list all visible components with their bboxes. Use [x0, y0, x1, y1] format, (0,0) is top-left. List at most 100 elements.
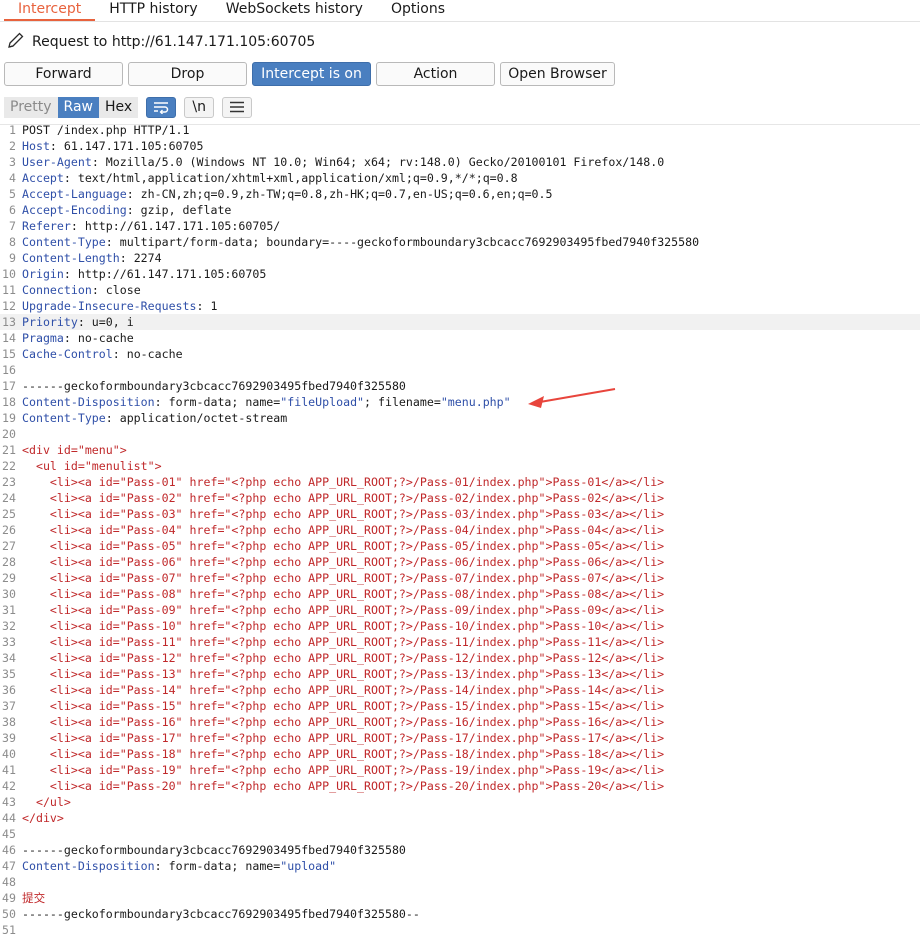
- header-value: : 2274: [119, 251, 162, 265]
- editor-line[interactable]: 11 Connection: close: [0, 282, 920, 298]
- line-content: <li><a id="Pass-01" href="<?php echo APP…: [17, 474, 664, 490]
- editor-line[interactable]: 36 <li><a id="Pass-14" href="<?php echo …: [0, 682, 920, 698]
- view-raw-tab[interactable]: Raw: [57, 96, 99, 118]
- editor-line[interactable]: 17 ------geckoformboundary3cbcacc76929034…: [0, 378, 920, 394]
- editor-line[interactable]: 16: [0, 362, 920, 378]
- header-name: Content-Length: [22, 251, 120, 265]
- line-number: 50: [2, 907, 16, 921]
- hamburger-menu-icon[interactable]: [222, 96, 253, 118]
- editor-line[interactable]: 5 Accept-Language: zh-CN,zh;q=0.9,zh-TW;q…: [0, 186, 920, 202]
- editor-line[interactable]: 20: [0, 426, 920, 442]
- editor-line[interactable]: 25 <li><a id="Pass-03" href="<?php echo …: [0, 506, 920, 522]
- editor-line[interactable]: 30 <li><a id="Pass-08" href="<?php echo …: [0, 586, 920, 602]
- editor-line[interactable]: 35 <li><a id="Pass-13" href="<?php echo …: [0, 666, 920, 682]
- show-newlines-toggle[interactable]: \n: [184, 96, 215, 118]
- header-value: : http://61.147.171.105:60705: [63, 267, 267, 281]
- header-value: : u=0, i: [77, 315, 134, 329]
- editor-line[interactable]: 10 Origin: http://61.147.171.105:60705: [0, 266, 920, 282]
- editor-line[interactable]: 14 Pragma: no-cache: [0, 330, 920, 346]
- editor-line[interactable]: 46 ------geckoformboundary3cbcacc76929034…: [0, 842, 920, 858]
- editor-line[interactable]: 32 <li><a id="Pass-10" href="<?php echo …: [0, 618, 920, 634]
- editor-line[interactable]: 8 Content-Type: multipart/form-data; boun…: [0, 234, 920, 250]
- editor-line[interactable]: 2 Host: 61.147.171.105:60705: [0, 138, 920, 154]
- drop-button[interactable]: Drop: [128, 62, 247, 86]
- editor-line[interactable]: 48: [0, 874, 920, 890]
- editor-line[interactable]: 34 <li><a id="Pass-12" href="<?php echo …: [0, 650, 920, 666]
- editor-line[interactable]: 31 <li><a id="Pass-09" href="<?php echo …: [0, 602, 920, 618]
- line-content: <li><a id="Pass-16" href="<?php echo APP…: [17, 714, 664, 730]
- editor-line[interactable]: 44 </div>: [0, 810, 920, 826]
- request-target-label: Request to http://61.147.171.105:60705: [32, 34, 316, 50]
- intercept-toggle-button[interactable]: Intercept is on: [252, 62, 371, 86]
- tab-options[interactable]: Options: [377, 0, 459, 21]
- editor-line[interactable]: 42 <li><a id="Pass-20" href="<?php echo …: [0, 778, 920, 794]
- pencil-icon[interactable]: [6, 30, 32, 54]
- editor-line[interactable]: 21 <div id="menu">: [0, 442, 920, 458]
- request-editor[interactable]: 1 POST /index.php HTTP/1.1 2 Host: 61.147.1…: [0, 122, 920, 938]
- header-param-value: "upload": [280, 859, 337, 873]
- open-browser-button[interactable]: Open Browser: [500, 62, 615, 86]
- editor-line[interactable]: 13 Priority: u=0, i: [0, 314, 920, 330]
- line-content: <li><a id="Pass-02" href="<?php echo APP…: [17, 490, 664, 506]
- editor-line[interactable]: 26 <li><a id="Pass-04" href="<?php echo …: [0, 522, 920, 538]
- tab-intercept[interactable]: Intercept: [4, 0, 96, 21]
- editor-line[interactable]: 51: [0, 922, 920, 938]
- header-value: : zh-CN,zh;q=0.9,zh-TW;q=0.8,zh-HK;q=0.7…: [126, 187, 553, 201]
- editor-line[interactable]: 50 ------geckoformboundary3cbcacc76929034…: [0, 906, 920, 922]
- line-content: Accept-Language: zh-CN,zh;q=0.9,zh-TW;q=…: [17, 186, 553, 202]
- line-content: [17, 922, 22, 938]
- editor-line[interactable]: 15 Cache-Control: no-cache: [0, 346, 920, 362]
- line-content: <li><a id="Pass-11" href="<?php echo APP…: [17, 634, 664, 650]
- line-number: 23: [2, 475, 16, 489]
- editor-line[interactable]: 22 <ul id="menulist">: [0, 458, 920, 474]
- editor-line[interactable]: 38 <li><a id="Pass-16" href="<?php echo …: [0, 714, 920, 730]
- editor-line[interactable]: 29 <li><a id="Pass-07" href="<?php echo …: [0, 570, 920, 586]
- editor-line[interactable]: 40 <li><a id="Pass-18" href="<?php echo …: [0, 746, 920, 762]
- main-tabs: Intercept HTTP history WebSockets histor…: [0, 0, 920, 22]
- line-number: 30: [2, 587, 16, 601]
- editor-line[interactable]: 6 Accept-Encoding: gzip, deflate: [0, 202, 920, 218]
- forward-button[interactable]: Forward: [4, 62, 123, 86]
- editor-line[interactable]: 18 Content-Disposition: form-data; name="…: [0, 394, 920, 410]
- line-content: Origin: http://61.147.171.105:60705: [17, 266, 266, 282]
- header-name: Accept-Encoding: [22, 203, 127, 217]
- line-number: 16: [2, 363, 16, 377]
- line-number: 19: [2, 411, 16, 425]
- editor-line[interactable]: 41 <li><a id="Pass-19" href="<?php echo …: [0, 762, 920, 778]
- line-number: 18: [2, 395, 16, 409]
- line-number: 21: [2, 443, 16, 457]
- editor-line[interactable]: 3 User-Agent: Mozilla/5.0 (Windows NT 10.…: [0, 154, 920, 170]
- tab-websockets-history[interactable]: WebSockets history: [212, 0, 377, 21]
- header-value: : no-cache: [63, 331, 134, 345]
- editor-line[interactable]: 12 Upgrade-Insecure-Requests: 1: [0, 298, 920, 314]
- editor-line[interactable]: 23 <li><a id="Pass-01" href="<?php echo …: [0, 474, 920, 490]
- editor-line[interactable]: 24 <li><a id="Pass-02" href="<?php echo …: [0, 490, 920, 506]
- editor-line[interactable]: 19 Content-Type: application/octet-stream: [0, 410, 920, 426]
- header-name: Cache-Control: [22, 347, 113, 361]
- editor-line[interactable]: 28 <li><a id="Pass-06" href="<?php echo …: [0, 554, 920, 570]
- editor-line[interactable]: 37 <li><a id="Pass-15" href="<?php echo …: [0, 698, 920, 714]
- editor-line[interactable]: 4 Accept: text/html,application/xhtml+xml…: [0, 170, 920, 186]
- editor-line[interactable]: 9 Content-Length: 2274: [0, 250, 920, 266]
- editor-line[interactable]: 49 提交: [0, 890, 920, 906]
- editor-line[interactable]: 7 Referer: http://61.147.171.105:60705/: [0, 218, 920, 234]
- editor-line[interactable]: 47 Content-Disposition: form-data; name="…: [0, 858, 920, 874]
- editor-line[interactable]: 1 POST /index.php HTTP/1.1: [0, 122, 920, 138]
- line-number: 1: [9, 123, 16, 137]
- line-content: Host: 61.147.171.105:60705: [17, 138, 203, 154]
- line-number: 6: [9, 203, 16, 217]
- editor-line[interactable]: 27 <li><a id="Pass-05" href="<?php echo …: [0, 538, 920, 554]
- line-number: 8: [9, 235, 16, 249]
- editor-line[interactable]: 43 </ul>: [0, 794, 920, 810]
- word-wrap-icon[interactable]: [146, 96, 177, 118]
- tab-http-history[interactable]: HTTP history: [95, 0, 211, 21]
- view-hex-tab[interactable]: Hex: [98, 96, 139, 118]
- editor-line[interactable]: 33 <li><a id="Pass-11" href="<?php echo …: [0, 634, 920, 650]
- view-pretty-tab[interactable]: Pretty: [4, 96, 58, 118]
- header-name: Connection: [22, 283, 92, 297]
- line-content: [17, 362, 22, 378]
- action-button[interactable]: Action: [376, 62, 495, 86]
- line-content: </div>: [17, 810, 64, 826]
- editor-line[interactable]: 45: [0, 826, 920, 842]
- editor-line[interactable]: 39 <li><a id="Pass-17" href="<?php echo …: [0, 730, 920, 746]
